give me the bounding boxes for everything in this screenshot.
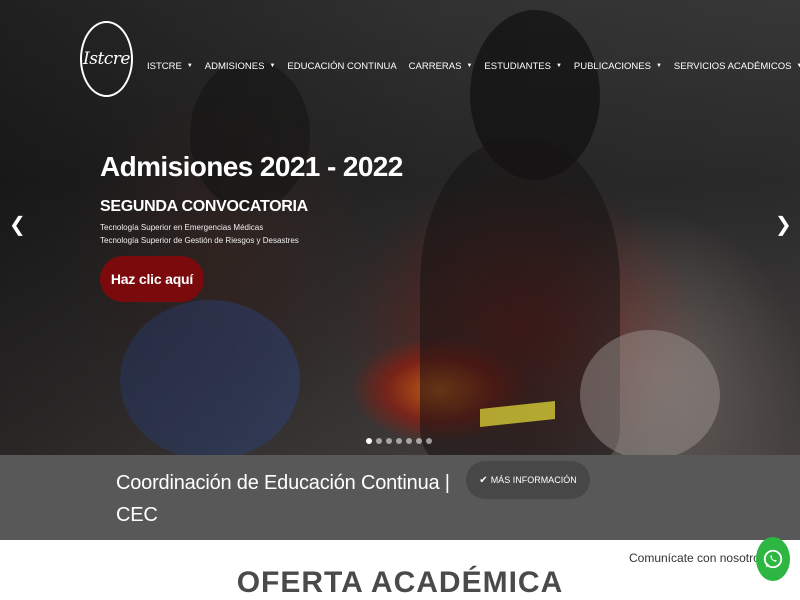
nav-item-label: ISTCRE <box>147 60 182 72</box>
hero-program-line: Tecnología Superior en Emergencias Médic… <box>100 223 264 232</box>
slider-dot[interactable] <box>376 438 382 444</box>
slider-dot[interactable] <box>416 438 422 444</box>
nav-item-label: ADMISIONES <box>204 60 265 72</box>
contact-label: Comunícate con nosotros <box>629 551 766 565</box>
site-logo[interactable]: Istcre <box>80 21 133 97</box>
chevron-right-icon[interactable]: ❯ <box>775 214 792 234</box>
slider-dot[interactable] <box>396 438 402 444</box>
hero-subtitle: SEGUNDA CONVOCATORIA <box>100 198 308 215</box>
banner-text: Coordinación de Educación Continua | CEC <box>116 472 450 526</box>
nav-item-admisiones[interactable]: ADMISIONES ▼ <box>205 61 276 72</box>
caret-down-icon: ▼ <box>655 63 662 69</box>
nav-item-label: EDUCACIÓN CONTINUA <box>287 60 397 72</box>
hero-title: Admisiones 2021 - 2022 <box>100 151 403 182</box>
more-info-button[interactable]: ✔ MÁS INFORMACIÓN <box>466 461 590 499</box>
slider-dot[interactable] <box>406 438 412 444</box>
caret-down-icon: ▼ <box>269 63 276 69</box>
whatsapp-icon <box>763 549 783 569</box>
nav-item-estudiantes[interactable]: ESTUDIANTES ▼ <box>484 61 561 72</box>
nav-item-educacion-continua[interactable]: EDUCACIÓN CONTINUA <box>287 61 396 72</box>
slider-dot[interactable] <box>426 438 432 444</box>
more-info-label: MÁS INFORMACIÓN <box>490 475 577 485</box>
nav-item-label: CARRERAS <box>408 60 462 72</box>
section-title: OFERTA ACADÉMICA <box>236 566 564 599</box>
slider-dot[interactable] <box>386 438 392 444</box>
caret-down-icon: ▼ <box>466 63 473 69</box>
nav-item-publicaciones[interactable]: PUBLICACIONES ▼ <box>574 61 662 72</box>
hero-cta-button[interactable]: Haz clic aquí <box>100 256 204 302</box>
caret-down-icon: ▼ <box>555 63 562 69</box>
nav-item-istcre[interactable]: ISTCRE ▼ <box>147 61 193 72</box>
hero-program-line: Tecnología Superior de Gestión de Riesgo… <box>100 236 299 245</box>
nav-item-label: ESTUDIANTES <box>484 60 551 72</box>
caret-down-icon: ▼ <box>186 63 193 69</box>
slider-dots <box>366 438 436 444</box>
nav-item-servicios-academicos[interactable]: SERVICIOS ACADÉMICOS ▼ <box>674 61 800 72</box>
slider-dot[interactable] <box>366 438 372 444</box>
whatsapp-button[interactable] <box>756 537 790 581</box>
chevron-left-icon[interactable]: ❮ <box>9 214 26 234</box>
main-nav: ISTCRE ▼ ADMISIONES ▼ EDUCACIÓN CONTINUA… <box>147 58 800 74</box>
check-icon: ✔ <box>479 474 488 486</box>
nav-item-carreras[interactable]: CARRERAS ▼ <box>409 61 473 72</box>
caret-down-icon: ▼ <box>796 63 800 69</box>
nav-item-label: SERVICIOS ACADÉMICOS <box>673 60 792 72</box>
nav-item-label: PUBLICACIONES <box>573 60 651 72</box>
logo-text: Istcre <box>83 49 130 69</box>
